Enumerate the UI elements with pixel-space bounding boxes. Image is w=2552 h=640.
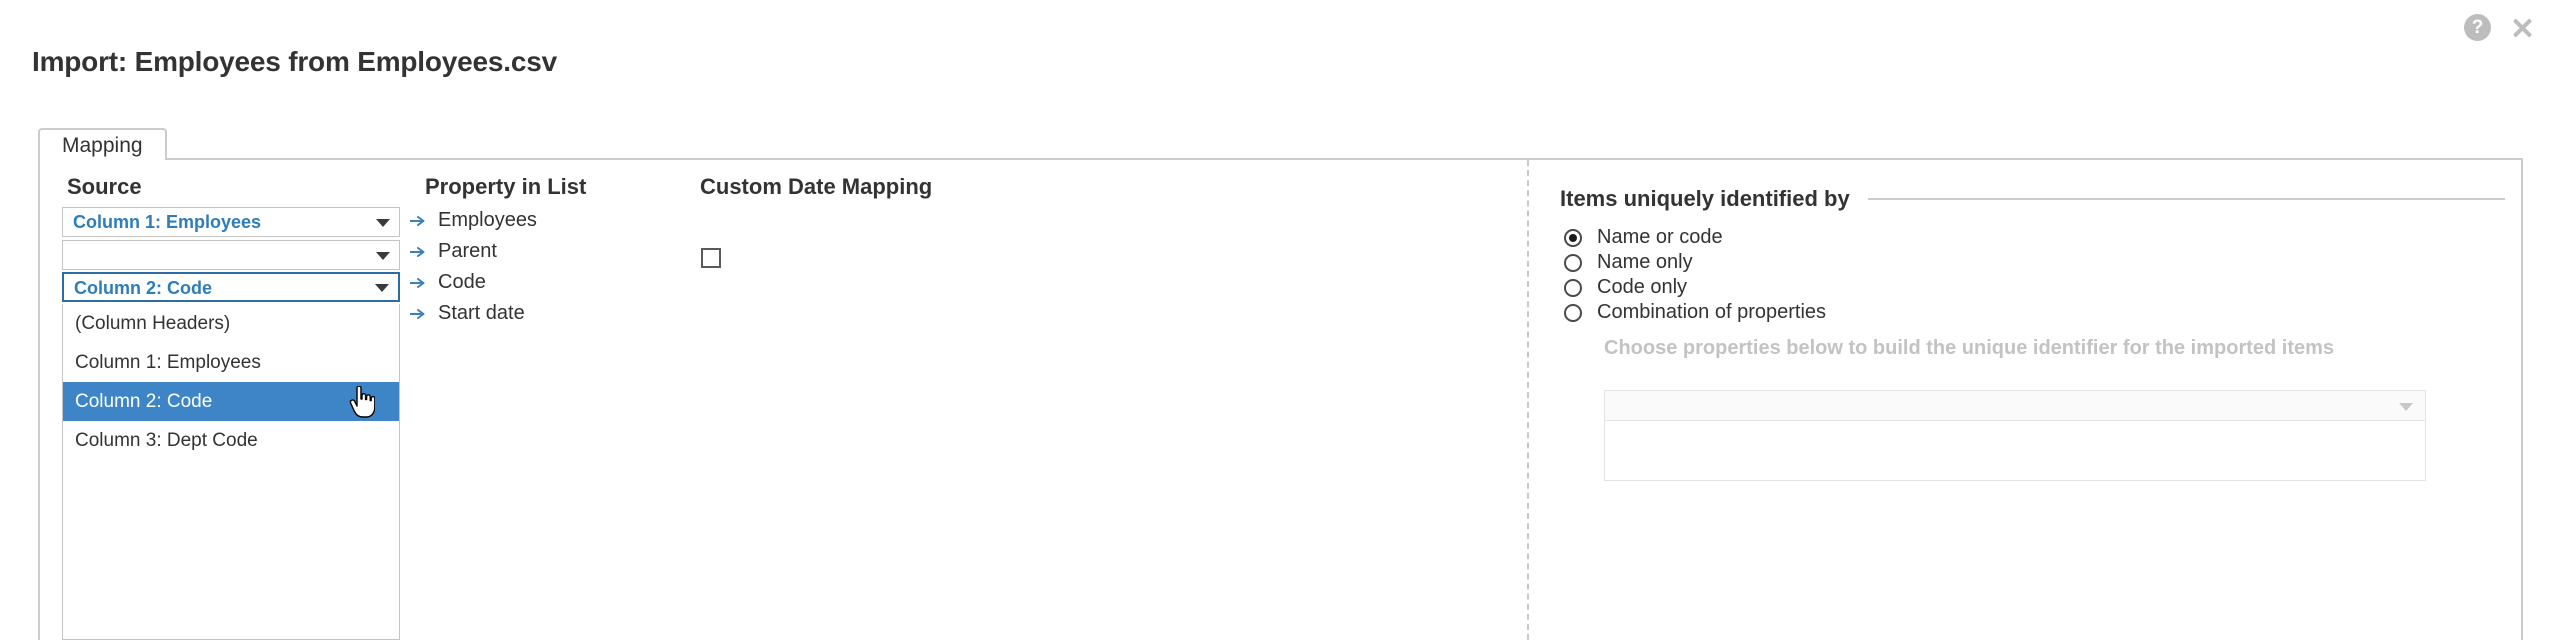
source-select-3-value: Column 2: Code <box>74 278 212 298</box>
radio-label: Combination of properties <box>1597 301 1827 323</box>
dropdown-option[interactable]: Column 3: Dept Code <box>63 421 399 460</box>
radio-mark-icon <box>1564 303 1582 322</box>
dropdown-option[interactable]: Column 1: Employees <box>63 343 399 382</box>
radio-mark-icon <box>1564 278 1582 297</box>
property-row: Employees <box>410 209 537 232</box>
property-row: Start date <box>410 302 525 325</box>
arrow-right-icon <box>410 277 425 288</box>
radio-label: Name only <box>1597 251 1693 273</box>
source-select-2[interactable] <box>62 240 400 270</box>
window-controls: ? <box>2464 14 2536 41</box>
unique-property-list <box>1604 421 2426 481</box>
property-label: Employees <box>438 209 537 231</box>
panel-divider <box>1527 160 1529 640</box>
chevron-down-icon <box>376 219 390 227</box>
chevron-down-icon <box>376 252 390 260</box>
unique-identifier-hint: Choose properties below to build the uni… <box>1604 337 2335 359</box>
dropdown-option[interactable]: (Column Headers) <box>63 304 399 343</box>
radio-code-only[interactable]: Code only <box>1564 276 1687 299</box>
close-icon[interactable] <box>2509 14 2536 41</box>
radio-name-only[interactable]: Name only <box>1564 251 1693 274</box>
source-select-1[interactable]: Column 1: Employees <box>62 207 400 237</box>
chevron-down-icon <box>2399 402 2413 411</box>
import-dialog: ? Import: Employees from Employees.csv M… <box>0 0 2552 640</box>
radio-mark-icon <box>1564 253 1582 272</box>
column-header-source: Source <box>67 174 142 199</box>
pointing-hand-cursor <box>349 386 375 418</box>
tab-mapping[interactable]: Mapping <box>38 128 167 162</box>
column-header-property: Property in List <box>425 174 587 199</box>
custom-date-mapping-checkbox[interactable] <box>701 248 721 268</box>
chevron-down-icon <box>375 284 389 292</box>
arrow-right-icon <box>410 246 425 257</box>
radio-name-or-code[interactable]: Name or code <box>1564 226 1723 249</box>
column-header-custom-date: Custom Date Mapping <box>700 174 933 199</box>
radio-label: Code only <box>1597 276 1688 298</box>
mapping-panel: Source Property in List Custom Date Mapp… <box>38 160 2523 640</box>
options-legend: Items uniquely identified by <box>1560 186 2505 212</box>
dropdown-option-selected[interactable]: Column 2: Code <box>63 382 399 421</box>
property-row: Code <box>410 271 486 294</box>
help-circle-icon[interactable]: ? <box>2464 14 2491 41</box>
dropdown-option-label: Column 2: Code <box>75 391 213 412</box>
legend-rule <box>1867 198 2505 200</box>
property-row: Parent <box>410 240 497 263</box>
unique-property-select <box>1604 390 2426 421</box>
tab-strip: Mapping <box>38 128 2523 162</box>
arrow-right-icon <box>410 215 425 226</box>
source-dropdown-list[interactable]: (Column Headers) Column 1: Employees Col… <box>62 304 400 640</box>
page-title: Import: Employees from Employees.csv <box>32 46 557 77</box>
unique-identifier-options: Items uniquely identified by Name or cod… <box>1560 160 2525 640</box>
arrow-right-icon <box>410 308 425 319</box>
property-label: Start date <box>438 302 525 324</box>
source-select-3[interactable]: Column 2: Code <box>62 272 400 302</box>
radio-mark-icon <box>1564 228 1582 247</box>
property-label: Code <box>438 271 486 293</box>
source-select-1-value: Column 1: Employees <box>73 212 262 232</box>
options-legend-label: Items uniquely identified by <box>1560 186 1850 211</box>
radio-combination-of-properties[interactable]: Combination of properties <box>1564 301 1826 324</box>
property-label: Parent <box>438 240 497 262</box>
radio-label: Name or code <box>1597 226 1723 248</box>
